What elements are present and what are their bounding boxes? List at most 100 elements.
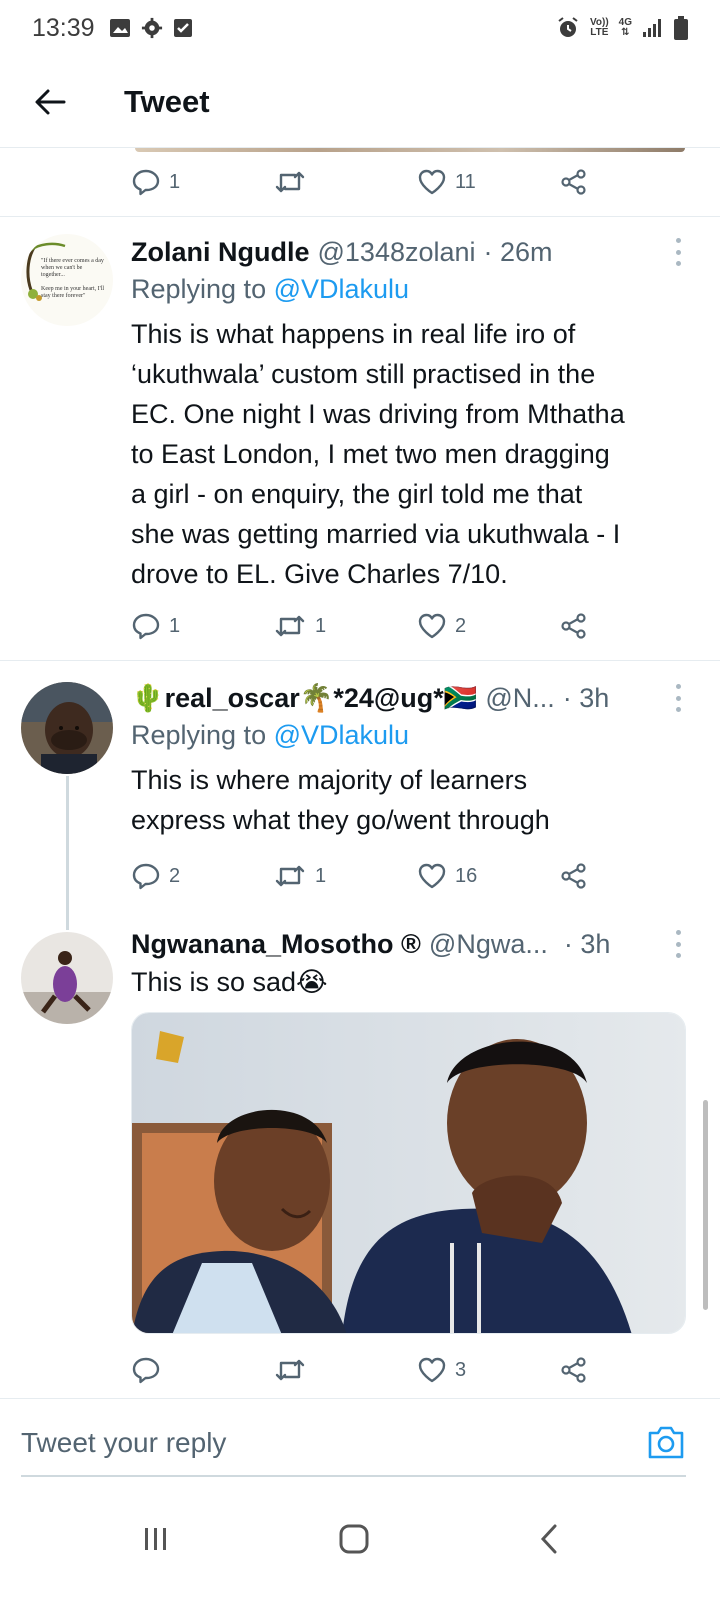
like-count: 2 [455,614,467,637]
user-handle[interactable]: @Ngwa... [429,929,548,960]
avatar[interactable]: "If there ever comes a day when we can't… [21,234,113,326]
tweet-actions: 2 1 16 [131,856,611,896]
thread-connector [66,776,69,930]
tweet-media-image[interactable] [131,1012,686,1334]
volte-indicator: Vo)) LTE [589,17,609,38]
like-button[interactable]: 3 [417,1350,466,1390]
retweet-icon [275,1359,305,1381]
status-time: 13:39 [32,13,95,42]
display-name[interactable]: Zolani Ngudle [131,237,310,268]
reply-icon [132,169,160,196]
svg-text:together...: together... [41,272,65,278]
svg-text:stay there forever": stay there forever" [41,292,86,299]
like-count: 11 [455,170,476,193]
reply-count: 2 [169,864,181,887]
retweet-icon [275,865,305,887]
reply-input[interactable]: Tweet your reply [21,1427,226,1459]
tweet-body: Ngwanana_Mosotho ® @Ngwa... · 3h This is… [131,926,690,1002]
like-count: 16 [455,864,478,887]
tweet-header: Zolani Ngudle @1348zolani · 26m [131,234,690,270]
more-options-icon[interactable] [666,930,690,958]
replying-to: Replying to @VDlakulu [131,274,410,304]
svg-text:"If there ever comes a day: "If there ever comes a day [41,257,104,264]
retweet-icon [275,615,305,637]
4g-indicator: 4G ⇅ [618,17,632,38]
alarm-icon [558,17,578,37]
home-icon [339,1524,369,1554]
share-button[interactable] [559,162,589,202]
reply-count: 1 [169,170,181,193]
retweet-count: 1 [315,614,327,637]
svg-text:Keep me in your heart, I'll: Keep me in your heart, I'll [41,286,104,292]
share-button[interactable] [559,1350,589,1390]
reply-button[interactable]: 1 [131,162,180,202]
home-button[interactable] [324,1514,384,1564]
input-underline [21,1475,686,1477]
top-app-bar: Tweet [0,56,720,148]
retweet-button[interactable]: 1 [273,606,326,646]
like-button[interactable]: 16 [417,856,477,896]
previous-tweet-media-edge [135,148,685,152]
recents-button[interactable] [126,1514,186,1564]
heart-icon [418,1357,446,1383]
retweet-button[interactable] [273,1350,315,1390]
back-button[interactable] [26,78,74,126]
gallery-icon [109,19,130,37]
tweet-text: This is so sad😭 [131,967,328,997]
retweet-button[interactable] [273,162,315,202]
share-button[interactable] [559,606,589,646]
tweet-header: 🌵real_oscar🌴*24@ug*🇿🇦 @N... · 3h [131,680,690,716]
display-name[interactable]: Ngwanana_Mosotho ® [131,929,421,960]
settings-gear-icon [141,17,162,39]
user-handle[interactable]: @1348zolani [318,237,476,268]
tweet-body: 🌵real_oscar🌴*24@ug*🇿🇦 @N... · 3h Replyin… [131,680,690,840]
avatar[interactable] [21,682,113,774]
timestamp: · 3h [563,928,611,959]
checkbox-icon [173,19,192,37]
tweet-actions: 3 [131,1350,611,1390]
heart-icon [418,613,446,639]
tweet-actions: 1 1 2 [131,606,611,646]
reply-icon [132,613,160,640]
reply-composer: Tweet your reply [0,1398,720,1484]
more-options-icon[interactable] [666,238,690,266]
reply-icon [132,863,160,890]
mention-link[interactable]: @VDlakulu [274,274,409,304]
reply-count: 1 [169,614,181,637]
system-back-button[interactable] [520,1514,580,1564]
share-button[interactable] [559,856,589,896]
like-button[interactable]: 2 [417,606,466,646]
chevron-left-icon [540,1524,557,1554]
reply-button[interactable] [131,1350,169,1390]
recents-icon [145,1528,166,1550]
prev-tweet-actions: 1 11 [131,162,611,202]
back-arrow-icon [35,89,66,114]
camera-icon[interactable] [646,1423,686,1461]
tweet-text: This is what happens in real life iro of… [131,319,625,589]
timestamp: · 3h [562,682,610,713]
timestamp: · 26m [483,236,553,267]
user-handle[interactable]: @N... [485,683,554,714]
heart-icon [418,863,446,889]
divider [0,660,720,661]
reply-button[interactable]: 1 [131,606,180,646]
scrollbar[interactable] [703,1100,708,1310]
mention-link[interactable]: @VDlakulu [274,720,409,750]
retweet-count: 1 [315,864,327,887]
share-icon [561,169,586,195]
share-icon [561,1357,586,1383]
display-name[interactable]: 🌵real_oscar🌴*24@ug*🇿🇦 [131,682,477,714]
like-button[interactable]: 11 [417,162,476,202]
share-icon [561,613,586,639]
reply-button[interactable]: 2 [131,856,180,896]
tweet-body: Zolani Ngudle @1348zolani · 26m Replying… [131,234,690,594]
retweet-icon [275,171,305,193]
retweet-button[interactable]: 1 [273,856,326,896]
status-bar: 13:39 Vo)) LTE 4G ⇅ [0,0,720,56]
share-icon [561,863,586,889]
avatar[interactable] [21,932,113,1024]
replying-to: Replying to @VDlakulu [131,720,410,750]
more-options-icon[interactable] [666,684,690,712]
reply-icon [132,1357,160,1384]
page-title: Tweet [124,83,210,119]
